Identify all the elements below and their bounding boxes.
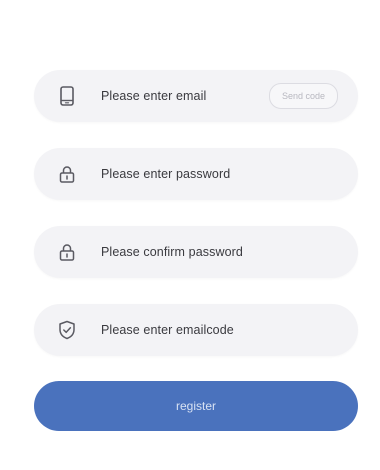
register-page: Please enter email Send code Please ente… (0, 0, 380, 470)
email-code-field[interactable]: Please enter emailcode (34, 304, 358, 356)
password-field[interactable]: Please enter password (34, 148, 358, 200)
email-input[interactable]: Please enter email (101, 89, 206, 103)
shield-check-icon (56, 319, 78, 341)
confirm-password-field[interactable]: Please confirm password (34, 226, 358, 278)
confirm-password-input[interactable]: Please confirm password (101, 245, 243, 259)
password-input[interactable]: Please enter password (101, 167, 230, 181)
phone-icon (56, 85, 78, 107)
email-code-input[interactable]: Please enter emailcode (101, 323, 234, 337)
send-code-button[interactable]: Send code (268, 83, 338, 109)
lock-icon (56, 163, 78, 185)
email-field[interactable]: Please enter email Send code (34, 70, 358, 122)
lock-icon (56, 241, 78, 263)
register-button[interactable]: register (34, 381, 358, 431)
